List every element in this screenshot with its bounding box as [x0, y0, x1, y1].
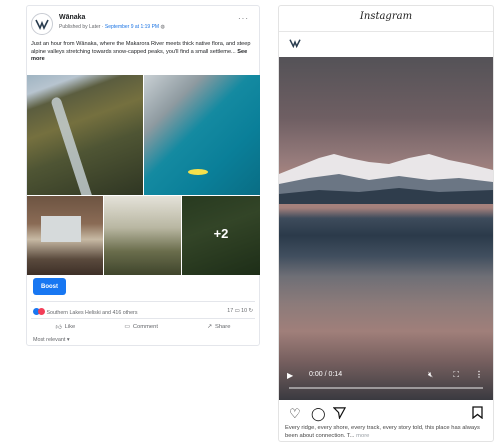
- heart-icon[interactable]: ♡: [289, 406, 301, 422]
- page-avatar[interactable]: [31, 13, 53, 35]
- share-count-icon: ↻: [248, 308, 253, 314]
- mountain-silhouette: [279, 154, 493, 204]
- sort-label: Most relevant: [33, 337, 66, 343]
- globe-icon: ◍: [160, 24, 165, 30]
- send-icon[interactable]: [332, 406, 347, 422]
- comments-count[interactable]: 17: [227, 308, 233, 314]
- caret-down-icon: ▾: [66, 337, 70, 343]
- thumbs-up-icon: 👍︎: [55, 324, 62, 331]
- caption-text: Every ridge, every shore, every track, e…: [285, 425, 480, 439]
- ellipsis-icon[interactable]: ···: [238, 14, 249, 23]
- like-button[interactable]: 👍︎ Like: [56, 322, 76, 332]
- instagram-post-card: Instagram ▶ 0:00 / 0:14 🔇︎ ⛶ ⋮ ♡ ◯ Every…: [278, 5, 494, 442]
- post-caption: Every ridge, every shore, every track, e…: [285, 425, 491, 441]
- shares-count[interactable]: 10: [241, 308, 247, 314]
- mute-icon[interactable]: 🔇︎: [428, 370, 433, 380]
- divider: [279, 31, 493, 32]
- video-player[interactable]: ▶ 0:00 / 0:14 🔇︎ ⛶ ⋮: [279, 57, 493, 400]
- caption-more-link[interactable]: more: [356, 433, 369, 439]
- more-options-icon[interactable]: ⋮: [475, 370, 483, 379]
- wanaka-logo-icon[interactable]: [289, 38, 301, 51]
- post-meta: Published by Later · September 9 at 1:19…: [59, 24, 165, 30]
- like-label: Like: [64, 324, 76, 330]
- post-stats: 17 ▭ 10 ↻: [227, 308, 253, 314]
- play-icon[interactable]: ▶: [287, 371, 293, 380]
- post-header: Wānaka Published by Later · September 9 …: [31, 12, 255, 38]
- post-text: Just an hour from Wānaka, where the Maka…: [31, 41, 257, 64]
- bookmark-icon[interactable]: [472, 406, 483, 422]
- comment-label: Comment: [132, 324, 158, 330]
- love-reaction-icon: [38, 308, 45, 315]
- comment-count-icon: ▭: [234, 308, 240, 314]
- video-progress-bar[interactable]: [289, 387, 483, 389]
- share-label: Share: [214, 324, 231, 330]
- more-photos-count: +2: [213, 226, 229, 241]
- page-name[interactable]: Wānaka: [59, 14, 85, 21]
- boost-button[interactable]: Boost: [33, 278, 66, 295]
- photo-misty-forest[interactable]: [104, 196, 181, 275]
- fullscreen-icon[interactable]: ⛶: [453, 370, 459, 380]
- facebook-post-card: Wānaka Published by Later · September 9 …: [26, 5, 260, 346]
- reactions-summary[interactable]: Southern Lakes Heliski and 416 others: [33, 308, 137, 317]
- published-by: Published by Later: [59, 24, 101, 30]
- divider: [31, 318, 255, 319]
- post-body: Just an hour from Wānaka, where the Maka…: [31, 41, 251, 55]
- photo-valley[interactable]: [27, 75, 143, 195]
- reactions-text: Southern Lakes Heliski and 416 others: [46, 309, 138, 316]
- comment-button[interactable]: ▭ Comment: [124, 322, 158, 332]
- instagram-wordmark: Instagram: [359, 11, 413, 22]
- post-date[interactable]: September 9 at 1:19 PM: [105, 24, 159, 30]
- comment-sort-dropdown[interactable]: Most relevant ▾: [33, 337, 70, 343]
- video-time: 0:00 / 0:14: [309, 371, 343, 378]
- comment-icon: ▭: [124, 324, 130, 330]
- comment-bubble-icon[interactable]: ◯: [311, 406, 326, 422]
- share-button[interactable]: ↗ Share: [207, 322, 230, 332]
- wanaka-logo-icon: [35, 19, 49, 30]
- video-controls: ▶ 0:00 / 0:14 🔇︎ ⛶ ⋮: [287, 369, 485, 383]
- photo-river-kayak[interactable]: [144, 75, 260, 195]
- photo-more[interactable]: +2: [182, 196, 260, 275]
- post-action-icons: ♡ ◯: [289, 406, 483, 422]
- photo-cabin-interior[interactable]: [27, 196, 103, 275]
- divider: [31, 301, 255, 302]
- post-actions: 👍︎ Like ▭ Comment ↗ Share: [31, 322, 255, 332]
- share-icon: ↗: [207, 324, 212, 330]
